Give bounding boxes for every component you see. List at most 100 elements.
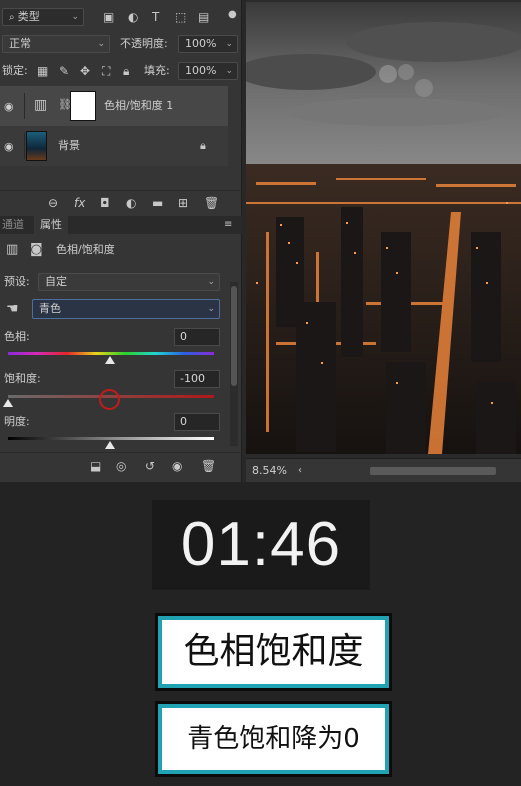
- lightness-slider[interactable]: [8, 437, 214, 440]
- clip-to-layer-icon[interactable]: ⬓: [90, 458, 101, 474]
- adjustment-filter-icon[interactable]: ◐: [128, 9, 138, 25]
- eye-icon[interactable]: ◉: [4, 100, 14, 113]
- shape-filter-icon[interactable]: ⬚: [175, 9, 186, 25]
- hue-slider-thumb[interactable]: [105, 356, 115, 364]
- layer-name: 背景: [58, 139, 80, 152]
- fill-value: 100%: [185, 64, 217, 77]
- timer: 01:46: [152, 500, 370, 590]
- channel-dropdown[interactable]: 青色 ⌄: [32, 299, 220, 319]
- opacity-value: 100%: [185, 37, 217, 50]
- hue-label: 色相:: [4, 330, 30, 343]
- lock-transparent-icon[interactable]: ▦: [37, 63, 48, 79]
- properties-tabs: 通道 属性 ≡: [0, 216, 242, 234]
- document-canvas[interactable]: 8.54% ‹: [246, 0, 521, 482]
- saturation-field[interactable]: -100: [174, 370, 220, 388]
- layer-row-background[interactable]: ◉ 背景 🔒︎: [0, 126, 228, 166]
- channel-row: ☚ 青色 ⌄: [0, 298, 242, 320]
- blend-row: 正常 ⌄ 不透明度: 100% ⌄: [0, 34, 242, 54]
- add-mask-icon[interactable]: ◘: [100, 195, 110, 211]
- smart-object-filter-icon[interactable]: ▤: [198, 9, 209, 25]
- canvas-statusbar: 8.54% ‹: [246, 458, 521, 482]
- new-layer-icon[interactable]: ⊞: [178, 195, 188, 211]
- saturation-label: 饱和度:: [4, 372, 41, 385]
- layer-filter-dropdown[interactable]: ⌕ 类型 ⌄: [2, 8, 84, 26]
- hue-slider[interactable]: [8, 352, 214, 355]
- properties-footer: ⬓ ◎ ↺ ◉ 🗑︎: [0, 452, 242, 478]
- artboard-icon[interactable]: ⛶: [102, 63, 110, 79]
- adjustment-layer-icon: ▥: [6, 242, 19, 257]
- blend-mode-value: 正常: [9, 37, 31, 50]
- search-icon: ⌕: [9, 12, 18, 23]
- trash-icon[interactable]: 🗑︎: [201, 458, 216, 474]
- trash-icon[interactable]: 🗑︎: [204, 195, 219, 211]
- opacity-field[interactable]: 100% ⌄: [178, 35, 238, 53]
- lock-label: 锁定:: [2, 64, 28, 77]
- city-night-photo: [246, 2, 521, 454]
- caption-hue-saturation: 色相饱和度: [155, 613, 392, 691]
- layer-mask-thumbnail[interactable]: [70, 91, 96, 121]
- view-previous-icon[interactable]: ◎: [116, 458, 126, 474]
- chevron-down-icon: ⌄: [207, 304, 215, 314]
- lock-icon[interactable]: 🔒︎: [123, 63, 129, 79]
- link-layers-icon[interactable]: ⊖: [48, 195, 58, 211]
- mask-icon[interactable]: ◙: [30, 242, 43, 258]
- caption-cyan-desaturate: 青色饱和降为0: [155, 701, 392, 777]
- chevron-down-icon: ⌄: [225, 39, 233, 49]
- divider: [24, 133, 25, 159]
- saturation-value: -100: [180, 372, 205, 385]
- fill-field[interactable]: 100% ⌄: [178, 62, 238, 80]
- lightness-value: 0: [180, 415, 187, 428]
- chevron-down-icon: ⌄: [225, 66, 233, 76]
- chevron-down-icon: ⌄: [207, 277, 215, 287]
- city-photo-svg: [246, 2, 521, 454]
- preset-value: 自定: [45, 275, 67, 288]
- new-adjustment-icon[interactable]: ◐: [126, 195, 136, 211]
- reset-icon[interactable]: ↺: [145, 458, 155, 474]
- photoshop-workspace: ⌕ 类型 ⌄ ▣ ◐ T ⬚ ▤ ● 正常 ⌄ 不透明度: 100% ⌄ 锁定:: [0, 0, 521, 482]
- targeted-adjustment-hand-icon[interactable]: ☚: [6, 301, 19, 317]
- adjustment-layer-icon: ▥: [34, 97, 48, 113]
- properties-scrollbar[interactable]: [230, 282, 238, 446]
- tab-channels[interactable]: 通道: [2, 216, 24, 234]
- pixel-filter-icon[interactable]: ▣: [103, 9, 114, 25]
- click-indicator: [99, 389, 120, 410]
- scrollbar-thumb[interactable]: [231, 286, 237, 386]
- lightness-field[interactable]: 0: [174, 413, 220, 431]
- hue-field[interactable]: 0: [174, 328, 220, 346]
- lock-icon: 🔒︎: [200, 139, 206, 152]
- divider: [24, 93, 25, 119]
- horizontal-scrollbar-thumb[interactable]: [370, 467, 496, 475]
- preset-label: 预设:: [4, 275, 30, 288]
- eye-icon[interactable]: ◉: [172, 458, 182, 474]
- blend-mode-dropdown[interactable]: 正常 ⌄: [2, 35, 110, 53]
- lightness-slider-thumb[interactable]: [105, 441, 115, 449]
- adjustment-title: 色相/饱和度: [56, 243, 115, 256]
- eye-icon[interactable]: ◉: [4, 140, 14, 153]
- tab-properties[interactable]: 属性: [34, 216, 68, 234]
- move-icon[interactable]: ✥: [80, 63, 90, 79]
- saturation-slider-thumb[interactable]: [3, 399, 13, 407]
- layer-name: 色相/饱和度 1: [104, 99, 174, 112]
- hue-value: 0: [180, 330, 187, 343]
- layers-footer: ⊖ fx ◘ ◐ ▬ ⊞ 🗑︎: [0, 190, 242, 214]
- lock-row: 锁定: ▦ ✎ ✥ ⛶ 🔒︎ 填充: 100% ⌄: [0, 61, 242, 81]
- type-filter-icon[interactable]: T: [152, 9, 159, 25]
- properties-title-row: ▥ ◙ 色相/饱和度: [0, 240, 242, 260]
- layer-filter-row: ⌕ 类型 ⌄ ▣ ◐ T ⬚ ▤ ●: [0, 6, 242, 28]
- opacity-label: 不透明度:: [120, 37, 168, 50]
- folder-icon[interactable]: ▬: [152, 195, 163, 211]
- filter-toggle-icon[interactable]: ●: [228, 7, 237, 23]
- preset-row: 预设: 自定 ⌄: [0, 272, 242, 292]
- zoom-level[interactable]: 8.54%: [252, 462, 287, 480]
- menu-icon[interactable]: ≡: [224, 217, 232, 233]
- chevron-down-icon: ⌄: [97, 39, 105, 49]
- fx-icon[interactable]: fx: [74, 195, 85, 211]
- lightness-label: 明度:: [4, 415, 30, 428]
- preset-dropdown[interactable]: 自定 ⌄: [38, 273, 220, 291]
- background-thumbnail: [26, 131, 47, 161]
- channel-value: 青色: [39, 302, 61, 315]
- brush-icon[interactable]: ✎: [59, 63, 69, 79]
- left-panel: ⌕ 类型 ⌄ ▣ ◐ T ⬚ ▤ ● 正常 ⌄ 不透明度: 100% ⌄ 锁定:: [0, 0, 242, 482]
- chevron-left-icon[interactable]: ‹: [298, 463, 302, 479]
- layer-row-hue-saturation[interactable]: ◉ ▥ ⛓ 色相/饱和度 1: [0, 86, 228, 126]
